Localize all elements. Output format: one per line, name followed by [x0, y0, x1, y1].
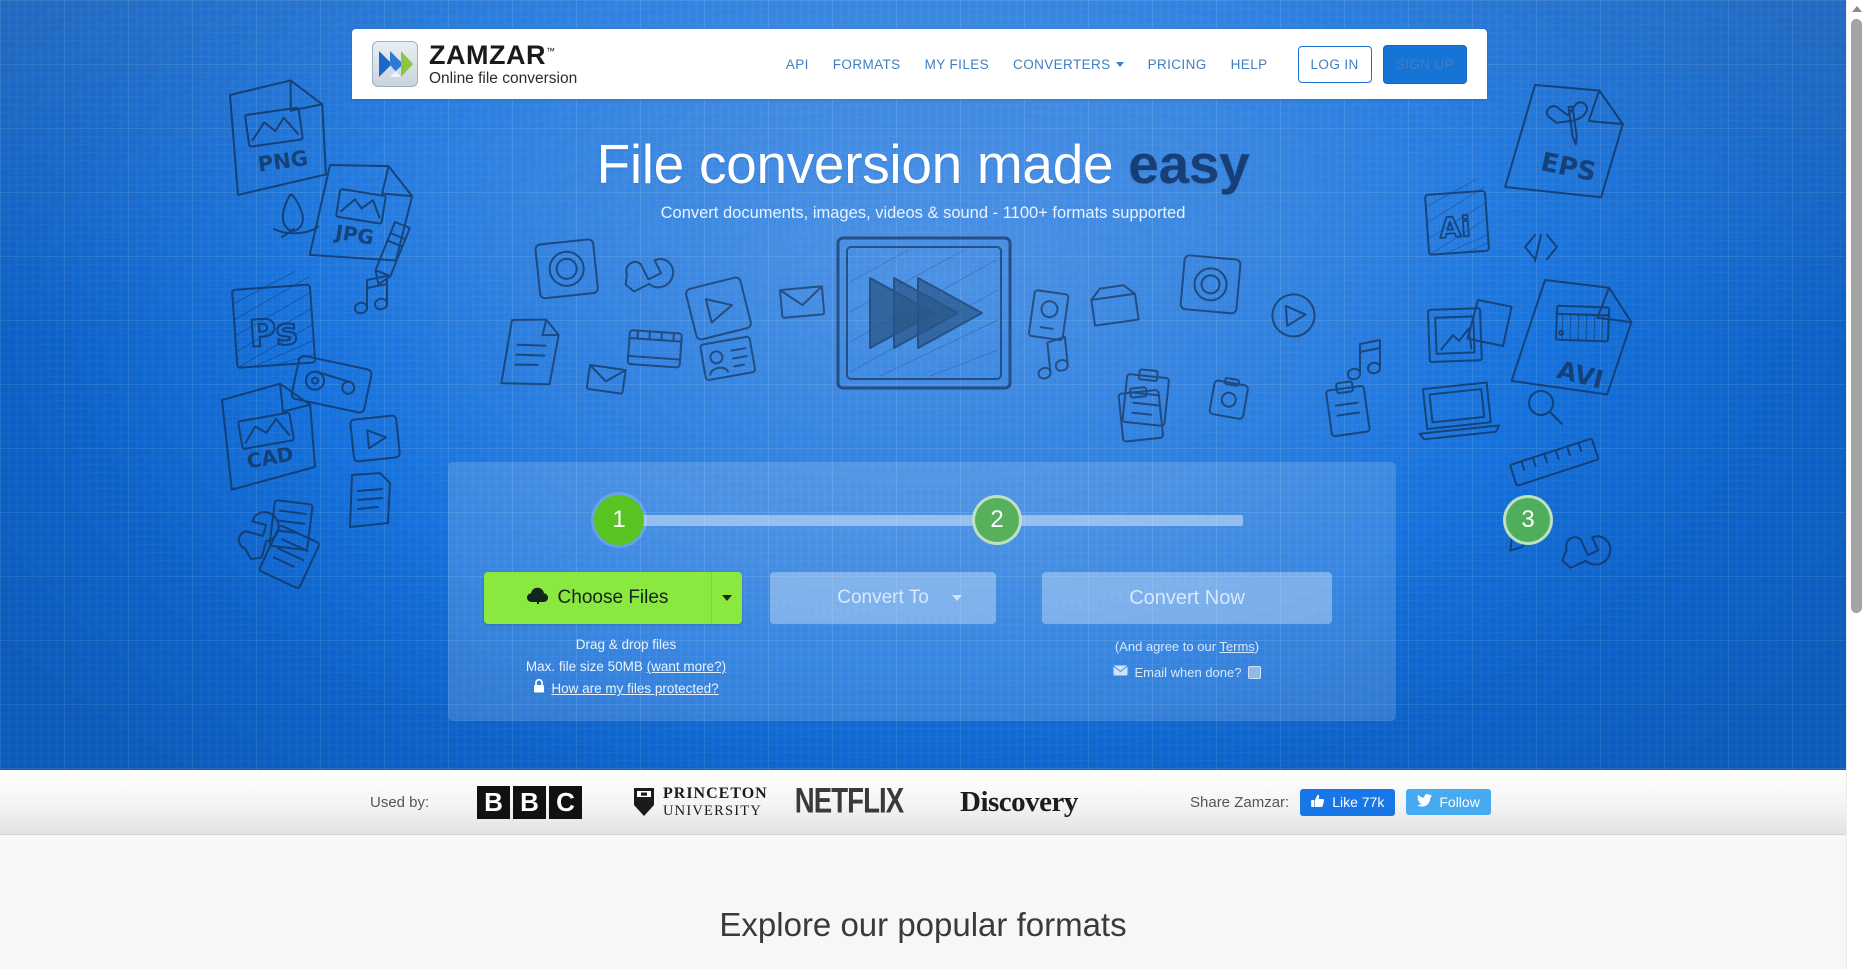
want-more-link[interactable]: (want more?) [647, 659, 727, 674]
scrollbar-thumb[interactable] [1851, 19, 1862, 613]
conversion-widget: 1 2 3 Choose Files Convert To Convert No… [448, 462, 1553, 721]
scroll-up-arrow-icon[interactable] [1852, 6, 1862, 12]
upload-notes: Drag & drop files Max. file size 50MB (w… [484, 634, 768, 700]
hero-section: PNG JPG Ps CAD EPS Ai AVI ZAMZAR™ Online… [0, 0, 1846, 770]
brand-name: ZAMZAR [429, 39, 546, 70]
used-by-label: Used by: [370, 793, 430, 811]
files-protected-row: How are my files protected? [484, 678, 768, 700]
agree-prefix: (And agree to our [1114, 639, 1220, 654]
nav-item-converters-label: CONVERTERS [1013, 56, 1111, 72]
choose-files-dropdown-toggle[interactable] [712, 572, 742, 624]
choose-files-label: Choose Files [557, 587, 669, 608]
nav-item-formats[interactable]: FORMATS [821, 57, 913, 72]
login-button[interactable]: LOG IN [1297, 45, 1372, 83]
twitter-follow-button[interactable]: Follow [1406, 789, 1491, 815]
email-when-done-label: Email when done? [1134, 665, 1242, 680]
main-navigation: API FORMATS MY FILES CONVERTERS PRICING … [774, 44, 1487, 84]
page-root: PNG JPG Ps CAD EPS Ai AVI ZAMZAR™ Online… [0, 0, 1846, 969]
explore-heading: Explore our popular formats [719, 906, 1127, 943]
upload-cloud-icon [526, 587, 549, 610]
nav-item-help[interactable]: HELP [1219, 57, 1280, 72]
logo-bbc: B B C [477, 785, 582, 819]
brand-logo[interactable]: ZAMZAR™ Online file conversion [372, 41, 577, 87]
choose-files-button[interactable]: Choose Files [484, 572, 712, 624]
hero-title-normal: File conversion made [596, 133, 1129, 195]
brand-tagline: Online file conversion [429, 69, 578, 87]
logo-netflix: NETFLIX [794, 781, 904, 821]
step-3: 3 [1503, 495, 1553, 545]
svg-text:JPG: JPG [332, 220, 376, 250]
step-track [603, 515, 1243, 526]
convert-to-label: Convert To [837, 587, 929, 608]
twitter-bird-icon [1417, 794, 1433, 810]
chevron-down-icon [722, 595, 732, 601]
princeton-shield-icon [634, 787, 654, 816]
page-scrollbar[interactable] [1846, 0, 1865, 969]
twitter-follow-label: Follow [1439, 794, 1480, 810]
facebook-like-button[interactable]: Like 77k [1300, 788, 1396, 816]
bbc-letter-3: C [549, 785, 582, 819]
chevron-down-icon [952, 595, 962, 601]
bbc-letter-1: B [477, 785, 510, 819]
nav-item-pricing[interactable]: PRICING [1136, 57, 1219, 72]
princeton-line-2: UNIVERSITY [663, 802, 762, 819]
convert-now-button[interactable]: Convert Now [1042, 572, 1332, 624]
drag-drop-hint: Drag & drop files [575, 637, 677, 652]
signup-button[interactable]: SIGN UP [1382, 44, 1467, 84]
page-title: File conversion made easy [0, 132, 1846, 196]
chevron-down-icon [1115, 62, 1124, 68]
files-protected-label: How are my files protected? [551, 681, 719, 696]
widget-controls: Choose Files Convert To Convert Now [448, 572, 1396, 632]
site-header: ZAMZAR™ Online file conversion API FORMA… [352, 29, 1487, 99]
email-when-done-checkbox[interactable] [1248, 666, 1262, 679]
max-size-text: Max. file size 50MB [525, 659, 647, 674]
share-group: Share Zamzar: Like 77k Follow [1190, 788, 1491, 816]
nav-item-converters[interactable]: CONVERTERS [1001, 57, 1136, 72]
step-indicator: 1 2 3 [448, 462, 1553, 582]
terms-link[interactable]: Terms [1219, 639, 1254, 654]
double-chevron-logo-icon [372, 41, 418, 87]
logo-princeton: PRINCETON UNIVERSITY [632, 785, 768, 819]
facebook-like-label: Like 77k [1332, 794, 1385, 810]
explore-section: Explore our popular formats [0, 836, 1846, 969]
share-label: Share Zamzar: [1190, 793, 1290, 811]
svg-text:Ps: Ps [248, 310, 299, 356]
choose-files-group: Choose Files [484, 572, 742, 624]
nav-item-my-files[interactable]: MY FILES [913, 57, 1001, 72]
bbc-letter-2: B [513, 785, 546, 819]
hero-subtitle: Convert documents, images, videos & soun… [660, 204, 1186, 222]
agree-suffix: ) [1254, 639, 1260, 654]
convert-notes: (And agree to our Terms) Email when done… [1042, 634, 1332, 685]
svg-text:AVI: AVI [1554, 355, 1606, 394]
thumbs-up-icon [1311, 794, 1325, 811]
envelope-icon [1112, 660, 1128, 685]
nav-item-api[interactable]: API [774, 57, 821, 72]
logo-discovery: Discovery [960, 785, 1078, 818]
trademark-symbol: ™ [545, 45, 556, 56]
max-size-hint: Max. file size 50MB (want more?) [484, 656, 768, 678]
email-when-done-row: Email when done? [1112, 660, 1262, 685]
lock-icon [533, 678, 545, 700]
princeton-line-1: PRINCETON [663, 784, 768, 802]
svg-text:CAD: CAD [245, 442, 295, 474]
agree-terms-row: (And agree to our Terms) [1042, 634, 1332, 659]
hero-title-bold: easy [1128, 133, 1250, 195]
step-1: 1 [594, 495, 644, 545]
used-by-bar: Used by: B B C PRINCETON UNIVERSITY NETF… [0, 770, 1846, 835]
step-2: 2 [972, 495, 1022, 545]
convert-to-dropdown[interactable]: Convert To [770, 572, 996, 624]
files-protected-link[interactable]: How are my files protected? [533, 678, 719, 700]
